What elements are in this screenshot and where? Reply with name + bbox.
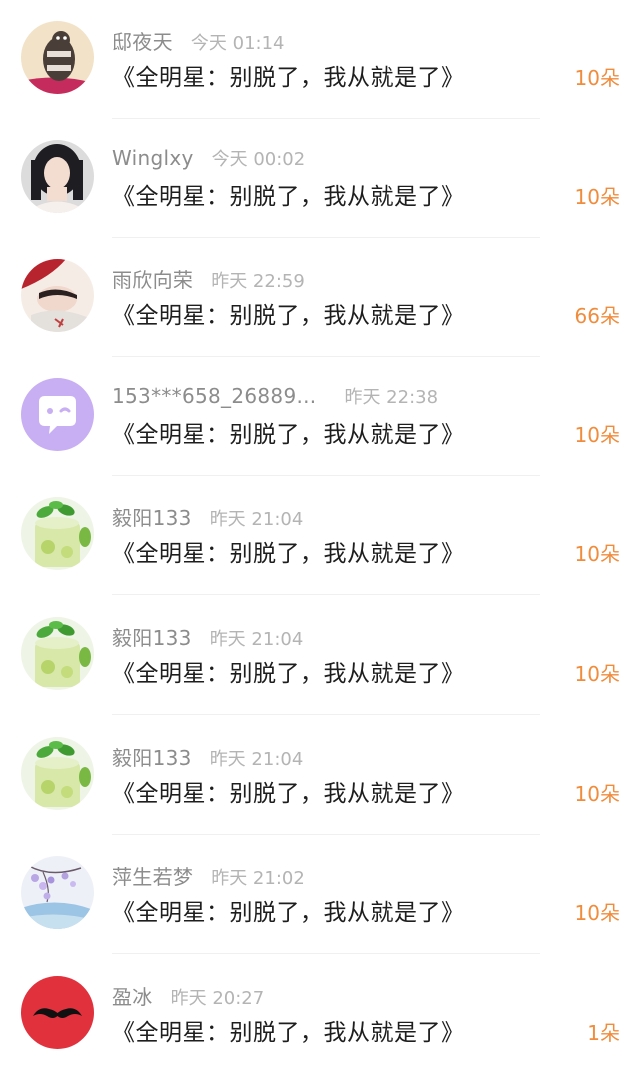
- gift-record-list: 邸夜天 今天 01:14 《全明星：别脱了，我从就是了》 10朵 Winglxy…: [0, 0, 640, 1074]
- gift-title: 《全明星：别脱了，我从就是了》: [112, 900, 465, 926]
- record-meta: 毅阳133 昨天 21:04: [112, 622, 303, 650]
- flower-count: 10朵: [574, 423, 620, 447]
- gift-title: 《全明星：别脱了，我从就是了》: [112, 65, 465, 91]
- user-name[interactable]: 毅阳133: [112, 742, 192, 771]
- timestamp: 昨天 21:04: [209, 509, 304, 530]
- record-meta: 邸夜天 今天 01:14: [112, 26, 285, 54]
- gift-title: 《全明星：别脱了，我从就是了》: [112, 303, 465, 329]
- list-item[interactable]: 雨欣向荣 昨天 22:59 《全明星：别脱了，我从就是了》 66朵: [0, 238, 640, 357]
- flower-count: 66朵: [574, 304, 620, 328]
- flower-count: 10朵: [574, 542, 620, 566]
- timestamp: 昨天 21:02: [211, 868, 305, 889]
- list-item[interactable]: 邸夜天 今天 01:14 《全明星：别脱了，我从就是了》 10朵: [0, 0, 640, 119]
- timestamp: 今天 01:14: [190, 33, 285, 54]
- flower-count: 1朵: [587, 1021, 620, 1045]
- user-name[interactable]: 153***658_26889...: [112, 384, 316, 408]
- user-name[interactable]: 雨欣向荣: [112, 264, 193, 293]
- flower-count: 10朵: [574, 782, 620, 806]
- flower-count: 10朵: [574, 901, 620, 925]
- record-meta: 盈冰 昨天 20:27: [112, 981, 264, 1009]
- gift-title: 《全明星：别脱了，我从就是了》: [112, 781, 465, 807]
- timestamp: 昨天 22:38: [344, 387, 439, 408]
- gift-title: 《全明星：别脱了，我从就是了》: [112, 541, 465, 567]
- row-divider: [112, 594, 540, 595]
- timestamp: 昨天 22:59: [211, 271, 305, 292]
- chat-bubble-avatar[interactable]: [21, 378, 94, 451]
- list-item[interactable]: 毅阳133 昨天 21:04 《全明星：别脱了，我从就是了》 10朵: [0, 716, 640, 835]
- timestamp: 昨天 20:27: [170, 988, 265, 1009]
- flower-avatar[interactable]: [21, 856, 94, 929]
- record-meta: 萍生若梦 昨天 21:02: [112, 861, 305, 889]
- row-divider: [112, 953, 540, 954]
- gift-title: 《全明星：别脱了，我从就是了》: [112, 661, 465, 687]
- record-meta: 雨欣向荣 昨天 22:59: [112, 264, 305, 292]
- gift-title: 《全明星：别脱了，我从就是了》: [112, 1020, 465, 1046]
- list-item[interactable]: 盈冰 昨天 20:27 《全明星：别脱了，我从就是了》 1朵: [0, 955, 640, 1074]
- record-meta: 毅阳133 昨天 21:04: [112, 742, 303, 770]
- user-name[interactable]: 邸夜天: [112, 26, 173, 55]
- gift-title: 《全明星：别脱了，我从就是了》: [112, 422, 465, 448]
- hamster-avatar[interactable]: [21, 21, 94, 94]
- user-name[interactable]: 毅阳133: [112, 622, 192, 651]
- list-item[interactable]: Winglxy 今天 00:02 《全明星：别脱了，我从就是了》 10朵: [0, 119, 640, 238]
- list-item[interactable]: 毅阳133 昨天 21:04 《全明星：别脱了，我从就是了》 10朵: [0, 596, 640, 715]
- record-meta: Winglxy 今天 00:02: [112, 145, 305, 173]
- timestamp: 昨天 21:04: [209, 629, 304, 650]
- drink-avatar[interactable]: [21, 737, 94, 810]
- flower-count: 10朵: [574, 662, 620, 686]
- drink-avatar[interactable]: [21, 497, 94, 570]
- list-item[interactable]: 153***658_26889... 昨天 22:38 《全明星：别脱了，我从就…: [0, 357, 640, 476]
- list-item[interactable]: 萍生若梦 昨天 21:02 《全明星：别脱了，我从就是了》 10朵: [0, 835, 640, 954]
- user-name[interactable]: 毅阳133: [112, 502, 192, 531]
- woman-portrait-avatar[interactable]: [21, 140, 94, 213]
- flower-count: 10朵: [574, 185, 620, 209]
- mustache-avatar[interactable]: [21, 976, 94, 1049]
- timestamp: 昨天 21:04: [209, 749, 304, 770]
- record-meta: 153***658_26889... 昨天 22:38: [112, 383, 438, 411]
- drink-avatar[interactable]: [21, 617, 94, 690]
- illustration-avatar[interactable]: [21, 259, 94, 332]
- gift-title: 《全明星：别脱了，我从就是了》: [112, 184, 465, 210]
- timestamp: 今天 00:02: [211, 149, 306, 170]
- flower-count: 10朵: [574, 66, 620, 90]
- row-divider: [112, 714, 540, 715]
- user-name[interactable]: 萍生若梦: [112, 861, 193, 890]
- user-name[interactable]: Winglxy: [112, 146, 194, 170]
- record-meta: 毅阳133 昨天 21:04: [112, 502, 303, 530]
- list-item[interactable]: 毅阳133 昨天 21:04 《全明星：别脱了，我从就是了》 10朵: [0, 476, 640, 595]
- user-name[interactable]: 盈冰: [112, 981, 153, 1010]
